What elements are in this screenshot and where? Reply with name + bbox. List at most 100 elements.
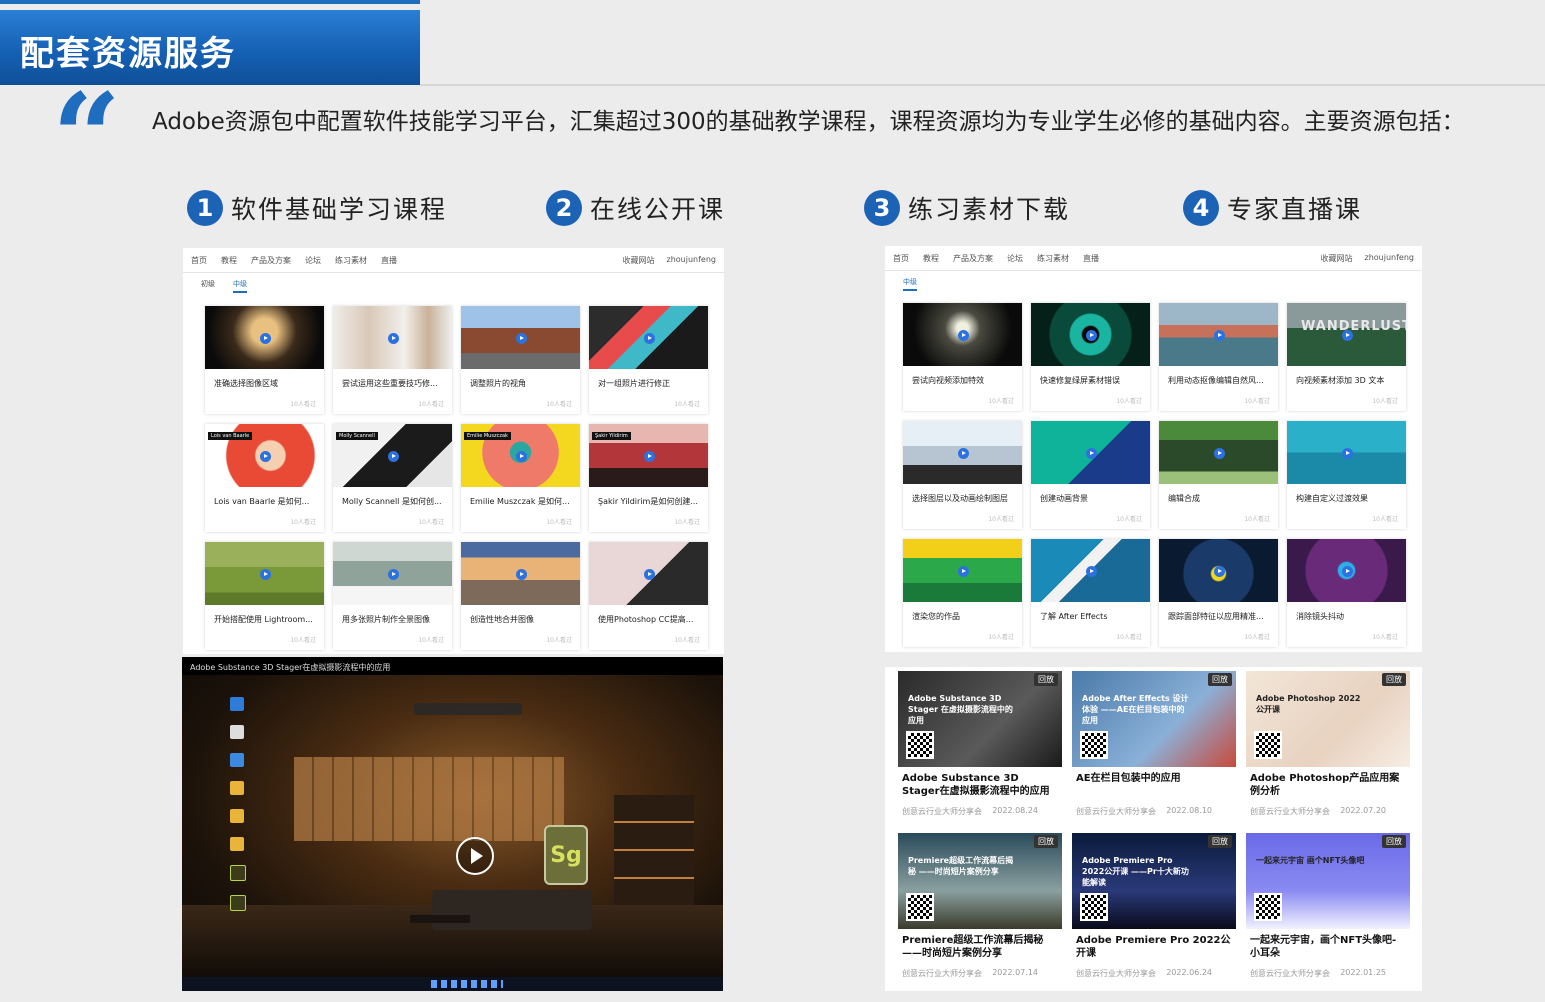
course-thumbnail[interactable] bbox=[461, 306, 580, 369]
play-icon[interactable] bbox=[387, 332, 399, 344]
course-title[interactable]: 渲染您的作品 bbox=[912, 611, 1016, 622]
nav-products[interactable]: 产品及方案 bbox=[953, 253, 993, 264]
play-icon[interactable] bbox=[515, 568, 527, 580]
live-replay-card[interactable]: 一起来元宇宙 画个NFT头像吧 回放 一起来元宇宙，画个NFT头像吧-小耳朵 创意云行… bbox=[1246, 833, 1410, 985]
play-icon[interactable] bbox=[515, 450, 527, 462]
course-title[interactable]: 用多张照片制作全景图像 bbox=[342, 614, 446, 625]
live-thumbnail[interactable]: Adobe Premiere Pro 2022公开课 ——Pr十大新功能解读 回放 bbox=[1072, 833, 1236, 929]
course-title[interactable]: 向视频素材添加 3D 文本 bbox=[1296, 375, 1400, 386]
course-card[interactable]: Lois van Baarle Lois van Baarle 是如何... 10人… bbox=[205, 424, 324, 532]
play-icon[interactable] bbox=[957, 447, 969, 459]
course-card[interactable]: 跟踪面部特征以应用精准... 10人看过 bbox=[1159, 539, 1278, 647]
live-title[interactable]: Adobe Substance 3D Stager在虚拟摄影流程中的应用 bbox=[902, 772, 1058, 798]
nav-live[interactable]: 直播 bbox=[1083, 253, 1099, 264]
course-title[interactable]: Şakir Yildirim是如何创建... bbox=[598, 496, 702, 507]
course-card[interactable]: 开始搭配使用 Lightroom... 10人看过 bbox=[205, 542, 324, 650]
course-card[interactable]: 对一组照片进行修正 10人看过 bbox=[589, 306, 708, 414]
course-thumbnail[interactable] bbox=[333, 306, 452, 369]
course-thumbnail[interactable] bbox=[1287, 421, 1406, 484]
video-player[interactable]: Adobe Substance 3D Stager在虚拟摄影流程中的应用 Sg bbox=[182, 657, 723, 991]
course-thumbnail[interactable] bbox=[205, 542, 324, 605]
course-card[interactable]: 渲染您的作品 10人看过 bbox=[903, 539, 1022, 647]
play-icon[interactable] bbox=[456, 837, 494, 875]
tab-beginner[interactable]: 初级 bbox=[201, 279, 215, 293]
play-icon[interactable] bbox=[1341, 565, 1353, 577]
course-thumbnail[interactable] bbox=[589, 306, 708, 369]
course-card[interactable]: 消除镜头抖动 10人看过 bbox=[1287, 539, 1406, 647]
course-thumbnail[interactable] bbox=[1031, 421, 1150, 484]
course-title[interactable]: 编辑合成 bbox=[1168, 493, 1272, 504]
course-thumbnail[interactable] bbox=[903, 303, 1022, 366]
live-title[interactable]: Adobe Photoshop产品应用案例分析 bbox=[1250, 772, 1406, 798]
course-thumbnail[interactable] bbox=[1159, 421, 1278, 484]
play-icon[interactable] bbox=[1213, 329, 1225, 341]
play-icon[interactable] bbox=[259, 332, 271, 344]
play-icon[interactable] bbox=[1085, 565, 1097, 577]
course-card[interactable]: 用多张照片制作全景图像 10人看过 bbox=[333, 542, 452, 650]
course-title[interactable]: 了解 After Effects bbox=[1040, 611, 1144, 622]
course-thumbnail[interactable] bbox=[1287, 539, 1406, 602]
nav-practice[interactable]: 练习素材 bbox=[335, 255, 367, 266]
course-title[interactable]: 使用Photoshop CC提高... bbox=[598, 614, 702, 625]
course-thumbnail[interactable] bbox=[903, 421, 1022, 484]
live-replay-card[interactable]: Adobe After Effects 设计体验 ——AE在栏目包装中的应用 回放… bbox=[1072, 671, 1236, 823]
nav-forum[interactable]: 论坛 bbox=[1007, 253, 1023, 264]
live-title[interactable]: Premiere超级工作流幕后揭秘——时尚短片案例分享 bbox=[902, 934, 1058, 960]
play-icon[interactable] bbox=[515, 332, 527, 344]
nav-forum[interactable]: 论坛 bbox=[305, 255, 321, 266]
play-icon[interactable] bbox=[1213, 565, 1225, 577]
course-card[interactable]: 选择图层以及动画绘制图层 10人看过 bbox=[903, 421, 1022, 529]
course-thumbnail[interactable] bbox=[333, 542, 452, 605]
bookmark-link[interactable]: 收藏网站 bbox=[623, 255, 655, 266]
course-title[interactable]: 准确选择图像区域 bbox=[214, 378, 318, 389]
play-icon[interactable] bbox=[387, 568, 399, 580]
course-title[interactable]: 尝试运用这些重要技巧修... bbox=[342, 378, 446, 389]
course-thumbnail[interactable]: Molly Scannell bbox=[333, 424, 452, 487]
course-card[interactable]: 创建动画背景 10人看过 bbox=[1031, 421, 1150, 529]
course-title[interactable]: 跟踪面部特征以应用精准... bbox=[1168, 611, 1272, 622]
live-thumbnail[interactable]: Adobe Photoshop 2022公开课 回放 bbox=[1246, 671, 1410, 767]
live-thumbnail[interactable]: Adobe After Effects 设计体验 ——AE在栏目包装中的应用 回放 bbox=[1072, 671, 1236, 767]
play-icon[interactable] bbox=[1085, 447, 1097, 459]
course-thumbnail[interactable] bbox=[589, 542, 708, 605]
play-icon[interactable] bbox=[259, 450, 271, 462]
live-thumbnail[interactable]: Premiere超级工作流幕后揭秘 ——时尚短片案例分享 回放 bbox=[898, 833, 1062, 929]
course-thumbnail[interactable] bbox=[461, 542, 580, 605]
course-title[interactable]: 选择图层以及动画绘制图层 bbox=[912, 493, 1016, 504]
play-icon[interactable] bbox=[1213, 447, 1225, 459]
play-icon[interactable] bbox=[1341, 329, 1353, 341]
live-title[interactable]: 一起来元宇宙，画个NFT头像吧-小耳朵 bbox=[1250, 934, 1406, 960]
username[interactable]: zhoujunfeng bbox=[667, 255, 716, 266]
course-card[interactable]: WANDERLUST 向视频素材添加 3D 文本 10人看过 bbox=[1287, 303, 1406, 411]
play-icon[interactable] bbox=[643, 450, 655, 462]
course-card[interactable]: 构建自定义过渡效果 10人看过 bbox=[1287, 421, 1406, 529]
course-thumbnail[interactable] bbox=[1031, 303, 1150, 366]
live-replay-card[interactable]: Premiere超级工作流幕后揭秘 ——时尚短片案例分享 回放 Premiere超级… bbox=[898, 833, 1062, 985]
username[interactable]: zhoujunfeng bbox=[1365, 253, 1414, 264]
live-title[interactable]: Adobe Premiere Pro 2022公开课 bbox=[1076, 934, 1232, 960]
course-title[interactable]: 构建自定义过渡效果 bbox=[1296, 493, 1400, 504]
play-icon[interactable] bbox=[1085, 329, 1097, 341]
live-replay-card[interactable]: Adobe Photoshop 2022公开课 回放 Adobe Photoshop… bbox=[1246, 671, 1410, 823]
course-card[interactable]: 使用Photoshop CC提高... 10人看过 bbox=[589, 542, 708, 650]
course-thumbnail[interactable] bbox=[1159, 539, 1278, 602]
course-title[interactable]: 对一组照片进行修正 bbox=[598, 378, 702, 389]
course-thumbnail[interactable] bbox=[903, 539, 1022, 602]
play-icon[interactable] bbox=[957, 565, 969, 577]
course-thumbnail[interactable] bbox=[1031, 539, 1150, 602]
play-icon[interactable] bbox=[643, 332, 655, 344]
course-title[interactable]: 快速修复绿屏素材错误 bbox=[1040, 375, 1144, 386]
course-card[interactable]: Emilie Muszczak Emilie Muszczak 是如何... 10人… bbox=[461, 424, 580, 532]
tab-intermediate[interactable]: 中级 bbox=[903, 277, 917, 291]
course-title[interactable]: Molly Scannell 是如何创... bbox=[342, 496, 446, 507]
course-card[interactable]: 尝试运用这些重要技巧修... 10人看过 bbox=[333, 306, 452, 414]
course-card[interactable]: 创造性地合并图像 10人看过 bbox=[461, 542, 580, 650]
nav-live[interactable]: 直播 bbox=[381, 255, 397, 266]
course-title[interactable]: 创建动画背景 bbox=[1040, 493, 1144, 504]
course-card[interactable]: 编辑合成 10人看过 bbox=[1159, 421, 1278, 529]
play-icon[interactable] bbox=[387, 450, 399, 462]
course-title[interactable]: Lois van Baarle 是如何... bbox=[214, 496, 318, 507]
nav-home[interactable]: 首页 bbox=[893, 253, 909, 264]
play-icon[interactable] bbox=[1341, 447, 1353, 459]
bookmark-link[interactable]: 收藏网站 bbox=[1321, 253, 1353, 264]
